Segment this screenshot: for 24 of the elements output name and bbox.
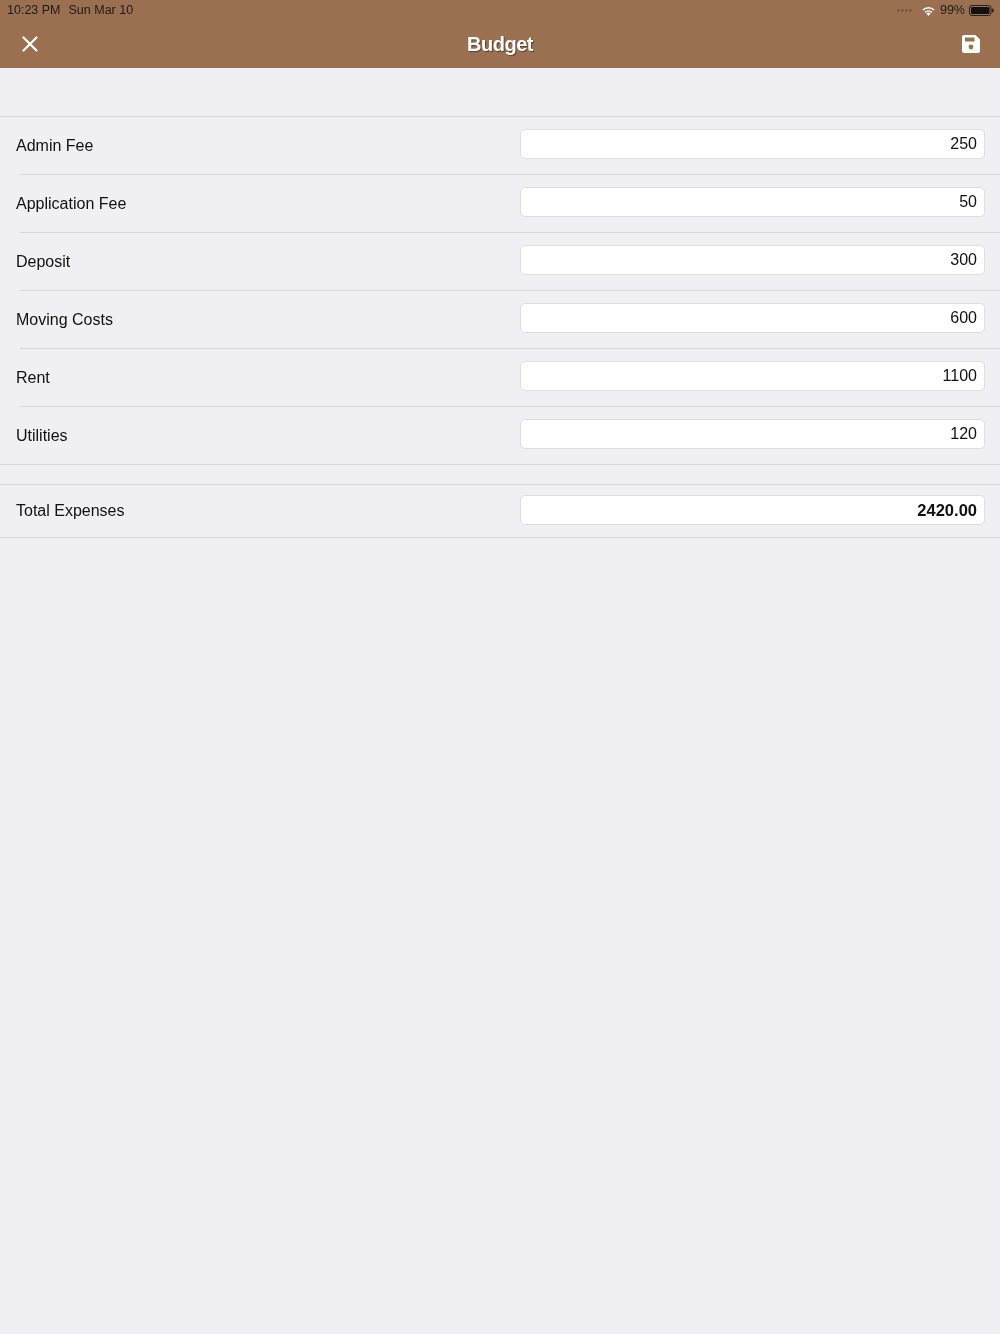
wifi-icon [920, 4, 936, 16]
amount-field[interactable]: 300 [520, 245, 985, 275]
amount-field[interactable]: 250 [520, 129, 985, 159]
close-icon [22, 36, 38, 52]
battery-percent: 99% [939, 1, 965, 19]
total-field[interactable]: 2420.00 [520, 495, 985, 525]
amount-field[interactable]: 50 [520, 187, 985, 217]
close-button[interactable] [22, 36, 38, 52]
amount-field[interactable]: 600 [520, 303, 985, 333]
signal-icon [896, 8, 913, 12]
amount-field[interactable]: 120 [520, 419, 985, 449]
status-date: Sun Mar 10 [68, 1, 134, 19]
field-label: Utilities [16, 425, 69, 446]
status-time: 10:23 PM [7, 1, 61, 19]
total-label: Total Expenses [16, 501, 126, 521]
save-button[interactable] [962, 35, 980, 53]
page-title: Budget [467, 32, 533, 57]
field-label: Rent [16, 367, 51, 388]
field-label: Application Fee [16, 193, 128, 214]
field-label: Moving Costs [16, 309, 114, 330]
field-label: Admin Fee [16, 135, 95, 156]
field-label: Deposit [16, 251, 72, 272]
battery-icon [969, 4, 994, 16]
amount-field[interactable]: 1100 [520, 361, 985, 391]
